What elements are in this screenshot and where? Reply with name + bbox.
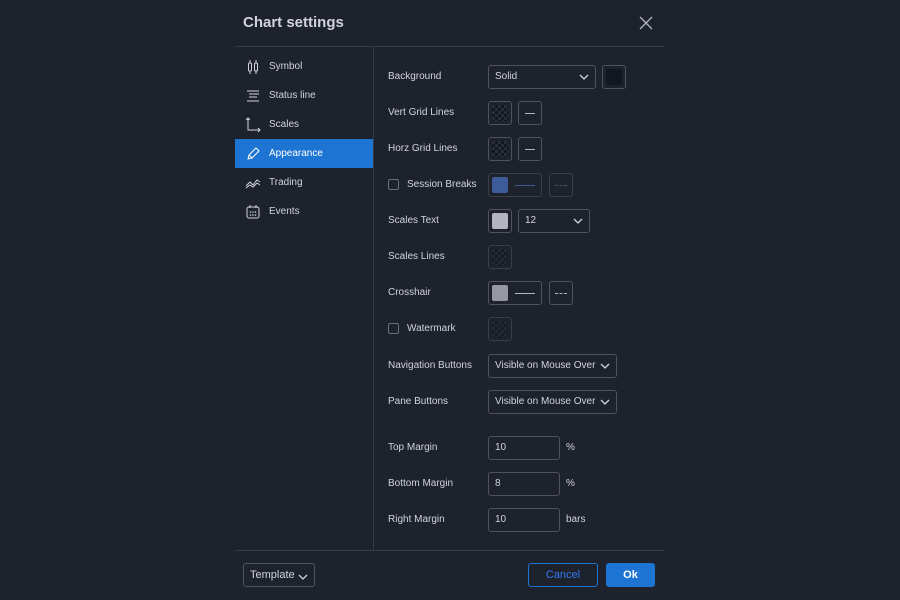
background-type-value: Solid	[495, 71, 518, 82]
chevron-down-icon	[579, 73, 589, 81]
transparent-color-fill	[492, 105, 508, 121]
navigation-buttons-value: Visible on Mouse Over	[495, 360, 596, 371]
session-breaks-label: Session Breaks	[407, 179, 477, 190]
pane-buttons-value: Visible on Mouse Over	[495, 396, 596, 407]
crosshair-color-style[interactable]	[488, 281, 542, 305]
right-margin-label: Right Margin	[388, 514, 445, 525]
right-margin-value: 10	[495, 514, 507, 525]
sidebar-item-events[interactable]: Events	[235, 197, 373, 226]
calendar-icon	[245, 204, 261, 220]
line-style-preview	[515, 293, 535, 294]
sidebar-item-scales[interactable]: Scales	[235, 110, 373, 139]
scales-icon	[245, 116, 261, 133]
ok-button[interactable]: Ok	[606, 563, 655, 587]
status-line-icon	[245, 88, 261, 104]
bottom-margin-label: Bottom Margin	[388, 478, 454, 489]
right-margin-input[interactable]: 10	[488, 508, 560, 532]
transparent-color-fill	[492, 321, 508, 337]
background-type-select[interactable]: Solid	[488, 65, 596, 89]
navigation-buttons-select[interactable]: Visible on Mouse Over	[488, 354, 617, 378]
top-margin-value: 10	[495, 442, 507, 453]
background-label: Background	[388, 71, 442, 82]
vert-grid-line-style[interactable]	[518, 101, 542, 125]
navigation-buttons-label: Navigation Buttons	[388, 360, 472, 371]
close-icon	[639, 16, 653, 30]
sidebar-item-status-line[interactable]: Status line	[235, 81, 373, 110]
sidebar-item-label: Status line	[269, 90, 316, 101]
sidebar-item-symbol[interactable]: Symbol	[235, 52, 373, 81]
bottom-margin-input[interactable]: 8	[488, 472, 560, 496]
chevron-down-icon	[600, 398, 610, 406]
line-style-preview	[515, 185, 535, 186]
top-margin-input[interactable]: 10	[488, 436, 560, 460]
scales-lines-color-swatch[interactable]	[488, 245, 512, 269]
scales-text-size-select[interactable]: 12	[518, 209, 590, 233]
scales-text-color-swatch[interactable]	[488, 209, 512, 233]
session-breaks-color-style[interactable]	[488, 173, 542, 197]
chart-settings-dialog: Chart settings Symbol Status line Scales	[235, 0, 665, 600]
bottom-margin-value: 8	[495, 478, 501, 489]
sidebar-item-label: Trading	[269, 177, 303, 188]
watermark-color-swatch[interactable]	[488, 317, 512, 341]
color-fill	[492, 177, 508, 193]
color-fill	[492, 213, 508, 229]
dashed-line-icon	[555, 185, 567, 186]
close-button[interactable]	[637, 14, 655, 32]
dashed-line-icon	[555, 293, 567, 294]
footer-divider	[235, 550, 665, 551]
watermark-checkbox[interactable]	[388, 323, 399, 334]
crosshair-label: Crosshair	[388, 287, 431, 298]
horz-grid-label: Horz Grid Lines	[388, 143, 458, 154]
scales-text-size-value: 12	[525, 215, 537, 226]
watermark-label: Watermark	[407, 323, 456, 334]
vert-grid-color-swatch[interactable]	[488, 101, 512, 125]
sidebar-item-trading[interactable]: Trading	[235, 168, 373, 197]
settings-sidebar: Symbol Status line Scales Appearance Tra…	[235, 52, 373, 226]
transparent-color-fill	[492, 249, 508, 265]
horz-grid-color-swatch[interactable]	[488, 137, 512, 161]
sidebar-item-label: Events	[269, 206, 300, 217]
top-margin-unit: %	[566, 442, 575, 453]
sidebar-item-label: Appearance	[269, 148, 323, 159]
template-button[interactable]: Template	[243, 563, 315, 587]
crosshair-dash-style[interactable]	[549, 281, 573, 305]
horz-grid-line-style[interactable]	[518, 137, 542, 161]
sidebar-item-label: Scales	[269, 119, 300, 130]
pencil-icon	[245, 146, 261, 162]
sidebar-item-label: Symbol	[269, 61, 303, 72]
trading-icon	[245, 175, 261, 191]
session-breaks-checkbox[interactable]	[388, 179, 399, 190]
background-color-swatch[interactable]	[602, 65, 626, 89]
solid-line-icon	[525, 149, 535, 150]
vert-grid-label: Vert Grid Lines	[388, 107, 455, 118]
chevron-down-icon	[600, 362, 610, 370]
color-fill	[606, 69, 622, 85]
bottom-margin-unit: %	[566, 478, 575, 489]
scales-lines-label: Scales Lines	[388, 251, 445, 262]
sidebar-item-appearance[interactable]: Appearance	[235, 139, 373, 168]
pane-buttons-label: Pane Buttons	[388, 396, 449, 407]
session-breaks-dash-style[interactable]	[549, 173, 573, 197]
candles-icon	[245, 59, 261, 75]
chevron-down-icon	[573, 217, 583, 225]
right-margin-unit: bars	[566, 514, 586, 525]
color-fill	[492, 285, 508, 301]
top-margin-label: Top Margin	[388, 442, 438, 453]
dialog-title: Chart settings	[243, 14, 344, 31]
template-label: Template	[250, 569, 295, 581]
cancel-button[interactable]: Cancel	[528, 563, 598, 587]
sidebar-divider	[373, 47, 374, 550]
chevron-down-icon	[298, 572, 308, 584]
solid-line-icon	[525, 113, 535, 114]
transparent-color-fill	[492, 141, 508, 157]
scales-text-label: Scales Text	[388, 215, 439, 226]
header-divider	[235, 46, 665, 47]
pane-buttons-select[interactable]: Visible on Mouse Over	[488, 390, 617, 414]
